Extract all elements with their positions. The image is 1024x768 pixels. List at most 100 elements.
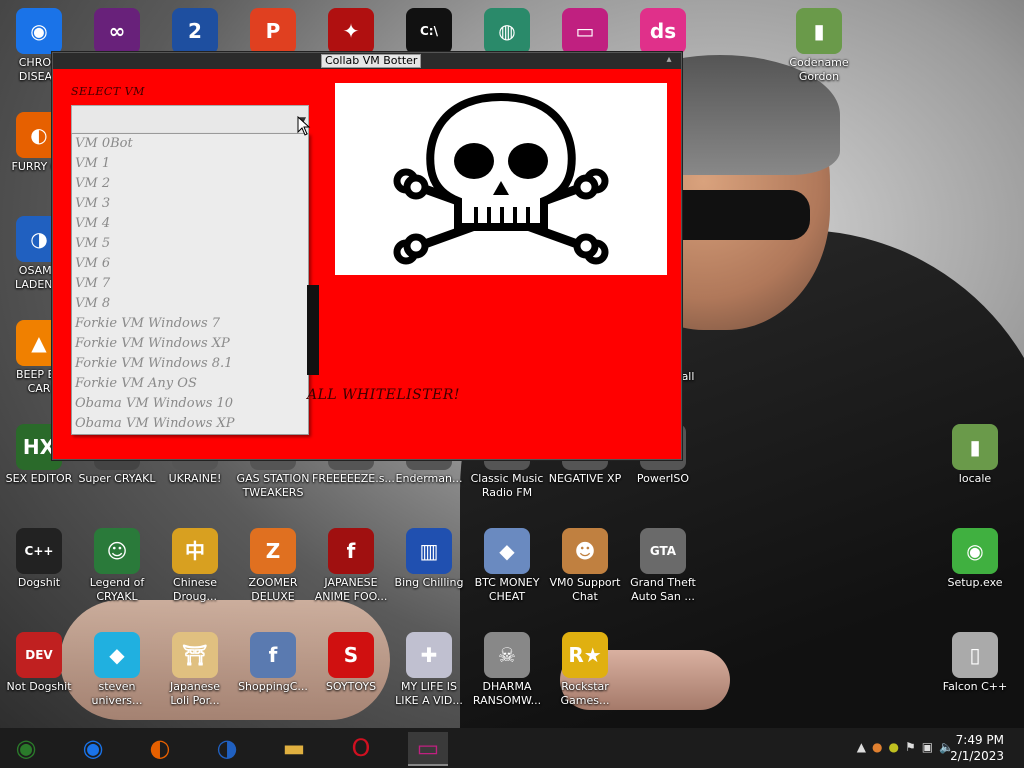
wallpaper-figure-glasses [660,190,810,240]
select-vm-label: SELECT VM [71,85,145,98]
desktop-icon[interactable]: ∞ [78,8,156,56]
desktop-icon[interactable]: C++ Dogshit [0,528,78,590]
number-2-icon: 2 [172,8,218,54]
person-icon: ☻ [562,528,608,574]
torii-icon: ⛩ [172,632,218,678]
flag-icon[interactable]: ⚑ [905,740,916,754]
desktop-icon[interactable]: ◆ steven univers... [78,632,156,708]
desktop-icon[interactable]: ✦ [312,8,390,56]
desktop-icon[interactable]: f ShoppingC... [234,632,312,694]
vm-option[interactable]: VM 0Bot [72,134,308,154]
vm-option[interactable]: VM 2 [72,174,308,194]
vm-option[interactable]: VM 7 [72,274,308,294]
desktop-icon[interactable]: Z ZOOMER DELUXE [234,528,312,604]
cplusplus-icon: C++ [16,528,62,574]
desktop-icon[interactable]: C:\ [390,8,468,56]
skull-crossbones-icon [393,92,609,265]
chrome-icon: ◉ [16,8,62,54]
devcpp-icon: DEV [16,632,62,678]
black-panel [307,285,319,375]
gta-icon: GTA [640,528,686,574]
desktop-icon[interactable]: ⛩ Japanese Loli Por... [156,632,234,708]
vm-select-combobox[interactable]: ▼ [71,105,309,135]
desktop-icon[interactable]: ▯ Falcon C++ [936,632,1014,694]
desktop-icon-label: Setup.exe [947,576,1003,589]
window-control-icon[interactable]: ▴ [663,54,675,66]
vm-option[interactable]: Obama VM Windows XP [72,414,308,434]
vm-option[interactable]: VM 4 [72,214,308,234]
desktop-icon[interactable]: R★ Rockstar Games... [546,632,624,708]
skull-icon: ☠ [484,632,530,678]
window-title: Collab VM Botter [321,54,422,68]
taskbar-clock[interactable]: 7:49 PM 2/1/2023 [950,732,1004,764]
desktop-icon[interactable]: ◉ Setup.exe [936,528,1014,590]
desktop-icon-label: MY LIFE IS LIKE A VID... [395,680,463,707]
desktop-icon-label: Rockstar Games... [560,680,610,707]
vm-option[interactable]: Forkie VM Any OS [72,374,308,394]
desktop-icon[interactable]: ◍ [468,8,546,56]
network-icon[interactable]: ▣ [922,740,933,754]
vm-option[interactable]: Forkie VM Windows 8.1 [72,354,308,374]
taskbar-button[interactable]: ◉ [6,732,46,764]
desktop-icon-label: PowerISO [636,472,690,485]
desktop-icon-label: locale [958,472,992,485]
tray-app-icon[interactable]: ● [888,740,898,754]
desktop-icon[interactable]: f JAPANESE ANIME FOO... [312,528,390,604]
file-explorer-icon: ▬ [282,734,306,762]
desktop-icon[interactable]: ▭ [546,8,624,56]
soytoys-icon: S [328,632,374,678]
desktop-icon-label: UKRAINE! [168,472,222,485]
terminal-icon: C:\ [406,8,452,54]
vm-option[interactable]: VM 3 [72,194,308,214]
tray-app-icon[interactable]: ● [872,740,882,754]
desktop-icon[interactable]: ▥ Bing Chilling [390,528,468,590]
vm-option[interactable]: Forkie VM Windows 7 [72,314,308,334]
folder-icon: ▮ [796,8,842,54]
taskbar-button[interactable]: O [341,732,381,764]
vm-option[interactable]: VM 6 [72,254,308,274]
desktop-icon[interactable]: ▮ locale [936,424,1014,486]
visual-studio-icon: ∞ [94,8,140,54]
vm-option[interactable]: VM 5 [72,234,308,254]
desktop-icon[interactable]: ☻ VM0 Support Chat [546,528,624,604]
vm-dropdown-list: VM 0Bot VM 1 VM 2 VM 3 VM 4 VM 5 VM 6 VM 7 VM 8F… [71,133,309,435]
vm-option[interactable]: Forkie VM Windows XP [72,334,308,354]
chevron-up-icon[interactable]: ▲ [857,740,866,754]
taskbar-button[interactable]: ◑ [207,732,247,764]
flash-icon: f [328,528,374,574]
desktop-icon[interactable]: DEV Not Dogshit [0,632,78,694]
vm-option[interactable]: VM 1 [72,154,308,174]
desktop-icon-label: VM0 Support Chat [549,576,621,603]
vm-option[interactable]: VM 8 [72,294,308,314]
gamepad-icon: ✚ [406,632,452,678]
desktop-icon-label: Dogshit [17,576,61,589]
taskbar-button[interactable]: ▭ [408,732,448,766]
desktop-icon[interactable]: ☺ Legend of CRYAKL [78,528,156,604]
desktop-icon[interactable]: ds [624,8,702,56]
mouse-cursor-icon [297,116,311,136]
ds-icon: ds [640,8,686,54]
desktop-icon-label: ShoppingC... [238,680,308,693]
folder-icon: ▮ [952,424,998,470]
desktop-icon[interactable]: ☠ DHARMA RANSOMW... [468,632,546,708]
desktop-icon[interactable]: 2 [156,8,234,56]
taskbar-button[interactable]: ▬ [274,732,314,764]
vm-option[interactable]: Obama VM Windows 10 [72,394,308,414]
pixel-character-icon: ☺ [94,528,140,574]
desktop-icon[interactable]: ◆ BTC MONEY CHEAT [468,528,546,604]
monitor-icon: ▭ [562,8,608,54]
desktop-icon[interactable]: ▮ Codename Gordon [780,8,858,84]
taskbar-button[interactable]: ◐ [140,732,180,764]
desktop-icon[interactable]: 中 Chinese Droug... [156,528,234,604]
desktop-icon-label: Japanese Loli Por... [170,680,220,707]
system-tray: ▲ ● ● ⚑ ▣ 🔈 [857,740,954,754]
desktop-icon[interactable]: P [234,8,312,56]
desktop-icon[interactable]: ✚ MY LIFE IS LIKE A VID... [390,632,468,708]
desktop-icon-label: DHARMA RANSOMW... [472,680,542,707]
desktop-icon-label: Grand Theft Auto San ... [630,576,696,603]
window-titlebar[interactable]: Collab VM Botter ▴ [53,53,681,69]
desktop-icon[interactable]: S SOYTOYS [312,632,390,694]
desktop-icon[interactable]: GTA Grand Theft Auto San ... [624,528,702,604]
taskbar-button[interactable]: ◉ [73,732,113,764]
desktop-icon-label: ZOOMER DELUXE [248,576,298,603]
